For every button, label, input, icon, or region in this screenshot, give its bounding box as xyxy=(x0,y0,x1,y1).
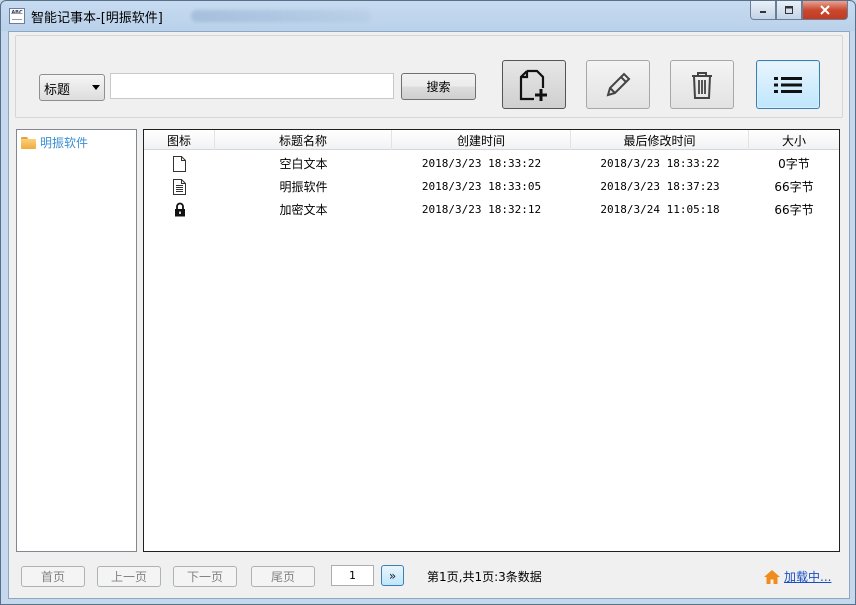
search-button[interactable]: 搜索 xyxy=(401,73,476,100)
maximize-icon xyxy=(785,6,793,14)
blank-document-icon xyxy=(173,155,186,172)
delete-note-button[interactable] xyxy=(670,60,734,109)
title-blurred-area xyxy=(191,10,371,22)
search-field-select-value: 标题 xyxy=(44,83,71,98)
column-header-modified[interactable]: 最后修改时间 xyxy=(571,130,749,150)
edit-note-button[interactable] xyxy=(586,60,650,109)
toolbar-panel: 标题 搜索 xyxy=(15,35,843,118)
window-title: 智能记事本-[明振软件] xyxy=(31,11,163,26)
page-info-text: 第1页,共1页:3条数据 xyxy=(427,570,542,584)
maximize-button[interactable] xyxy=(776,1,802,20)
home-icon xyxy=(764,569,780,584)
close-button[interactable] xyxy=(802,1,848,20)
column-header-title[interactable]: 标题名称 xyxy=(215,130,392,150)
category-tree: 明振软件 xyxy=(16,129,137,552)
column-header-created[interactable]: 创建时间 xyxy=(392,130,571,150)
next-page-button[interactable]: 下一页 xyxy=(173,566,237,587)
prev-page-button[interactable]: 上一页 xyxy=(97,566,161,587)
app-logo-icon: ABC xyxy=(9,8,25,24)
row-modified: 2018/3/23 18:37:23 xyxy=(600,180,720,193)
row-modified: 2018/3/24 11:05:18 xyxy=(600,203,720,216)
list-icon xyxy=(774,76,802,93)
loading-status[interactable]: 加载中... xyxy=(763,568,831,585)
row-created: 2018/3/23 18:33:05 xyxy=(421,180,542,193)
tree-item-label: 明振软件 xyxy=(40,136,89,150)
row-icon-cell xyxy=(144,178,215,195)
row-icon-cell xyxy=(144,155,215,172)
row-size: 66字节 xyxy=(774,180,814,194)
client-area: 标题 搜索 明振软件 图标 标题名称 创建时间 最后修改时间 大小 空白文本 2… xyxy=(8,31,850,599)
search-field-select[interactable]: 标题 xyxy=(39,74,105,101)
text-document-icon xyxy=(173,178,186,195)
column-header-size[interactable]: 大小 xyxy=(749,130,839,150)
row-modified: 2018/3/23 18:33:22 xyxy=(600,157,720,170)
pagination-bar: 首页 上一页 下一页 尾页 1 » 第1页,共1页:3条数据 加载中... xyxy=(9,559,849,599)
title-bar[interactable]: ABC 智能记事本-[明振软件] xyxy=(1,1,855,31)
trash-icon xyxy=(692,71,712,99)
lock-icon xyxy=(174,202,185,217)
folder-icon xyxy=(21,136,36,149)
chevron-down-icon xyxy=(92,85,100,90)
app-window: ABC 智能记事本-[明振软件] 标题 搜索 明振软件 图标 标题名称 创建时间… xyxy=(0,0,856,605)
minimize-button[interactable] xyxy=(750,1,776,20)
table-header: 图标 标题名称 创建时间 最后修改时间 大小 xyxy=(144,130,839,150)
last-page-button[interactable]: 尾页 xyxy=(251,566,315,587)
row-title: 加密文本 xyxy=(279,203,328,217)
tree-item-mingzhen[interactable]: 明振软件 xyxy=(21,134,88,151)
page-number-input[interactable]: 1 xyxy=(331,565,374,586)
table-row[interactable]: 明振软件 2018/3/23 18:33:05 2018/3/23 18:37:… xyxy=(144,175,839,198)
table-row[interactable]: 空白文本 2018/3/23 18:33:22 2018/3/23 18:33:… xyxy=(144,152,839,175)
close-icon xyxy=(820,5,830,15)
new-document-icon xyxy=(519,69,547,101)
loading-link[interactable]: 加载中... xyxy=(784,568,831,585)
minimize-icon xyxy=(760,11,766,13)
row-size: 0字节 xyxy=(778,157,810,171)
row-title: 空白文本 xyxy=(279,157,328,171)
row-icon-cell xyxy=(144,202,215,217)
new-note-button[interactable] xyxy=(502,60,566,109)
window-controls xyxy=(750,1,848,20)
column-header-icon[interactable]: 图标 xyxy=(144,130,215,150)
row-created: 2018/3/23 18:33:22 xyxy=(421,157,542,170)
list-view-button[interactable] xyxy=(756,60,820,109)
row-size: 66字节 xyxy=(774,203,814,217)
table-row[interactable]: 加密文本 2018/3/23 18:32:12 2018/3/24 11:05:… xyxy=(144,198,839,221)
row-title: 明振软件 xyxy=(279,180,328,194)
pencil-icon xyxy=(606,72,631,96)
search-input[interactable] xyxy=(110,73,394,99)
first-page-button[interactable]: 首页 xyxy=(21,566,85,587)
notes-table: 图标 标题名称 创建时间 最后修改时间 大小 空白文本 2018/3/23 18… xyxy=(143,129,840,552)
row-created: 2018/3/23 18:32:12 xyxy=(421,203,542,216)
go-page-button[interactable]: » xyxy=(381,565,404,586)
